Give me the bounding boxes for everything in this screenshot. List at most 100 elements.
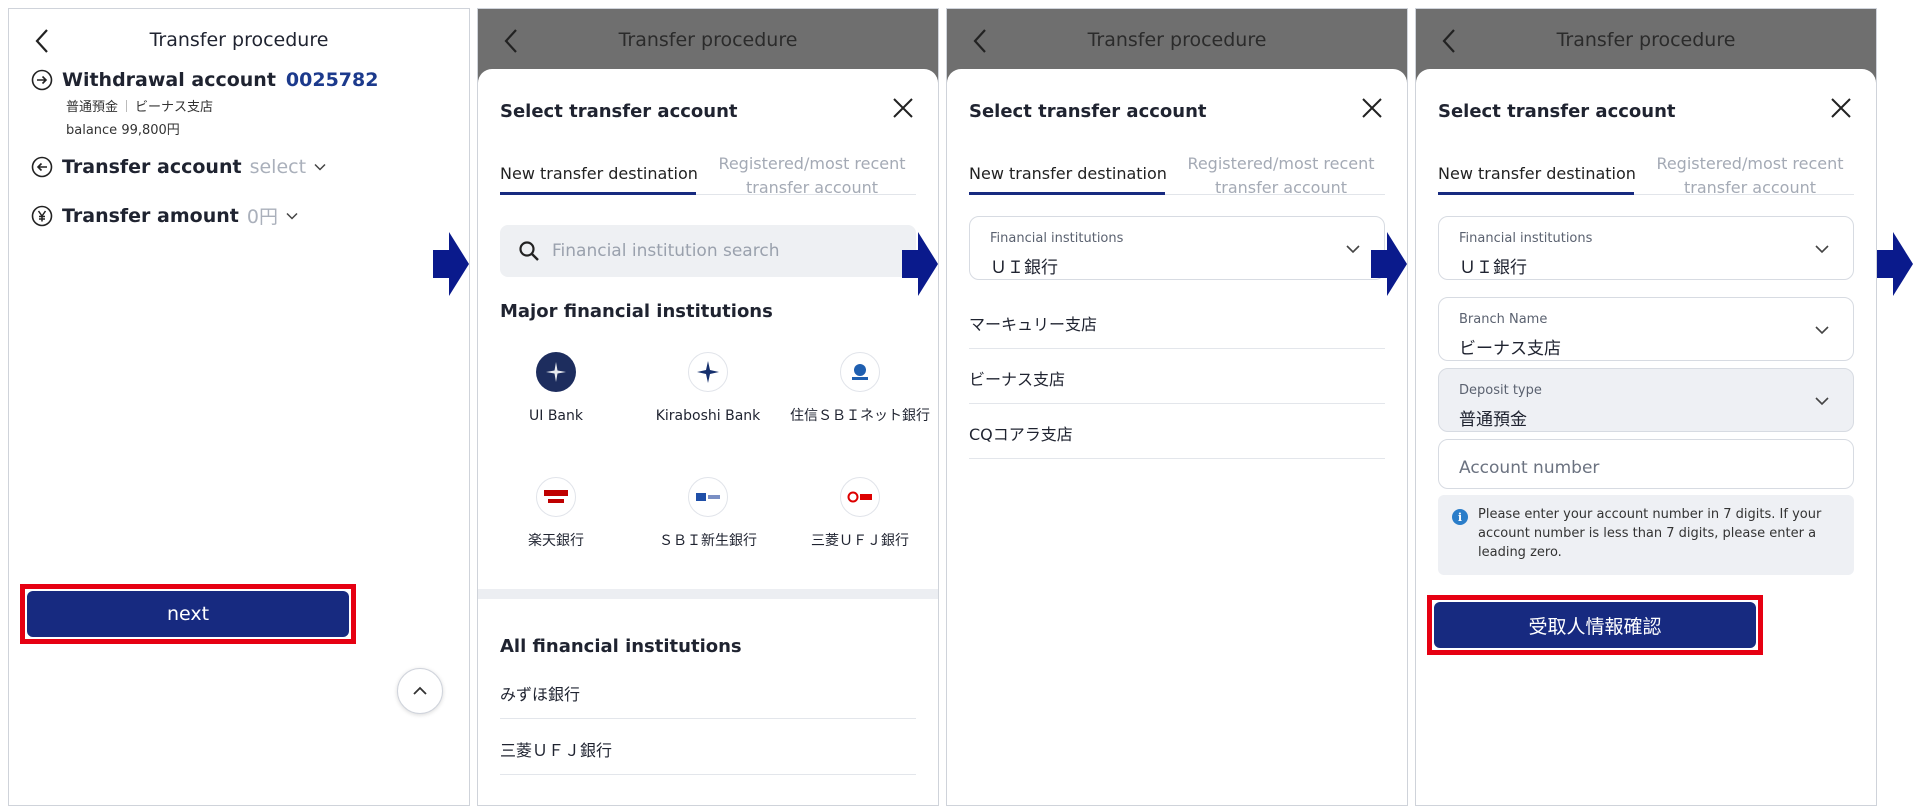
bank-name: 楽天銀行 — [528, 533, 584, 549]
kiraboshi-logo-icon — [688, 352, 728, 392]
page-title: Transfer procedure — [618, 29, 798, 51]
divider — [969, 403, 1385, 404]
list-item-institution[interactable]: 三菱ＵＦＪ銀行 — [500, 737, 916, 761]
transfer-amount-row[interactable]: Transfer amount 0円 — [31, 202, 300, 229]
chevron-down-icon — [1815, 326, 1829, 335]
header: Transfer procedure — [478, 9, 938, 73]
page-title: Transfer procedure — [1556, 29, 1736, 51]
chevron-down-icon — [1346, 245, 1360, 254]
arrow-right-circle-icon — [31, 69, 53, 91]
major-institutions-title: Major financial institutions — [500, 301, 773, 322]
list-item-institution[interactable]: みずほ銀行 — [500, 681, 916, 705]
header: Transfer procedure — [947, 9, 1407, 73]
screen-select-branch: Transfer procedure Select transfer accou… — [946, 8, 1408, 806]
screen-transfer-procedure: Transfer procedure Withdrawal account 00… — [8, 8, 470, 806]
rakuten-logo-icon — [536, 477, 576, 517]
info-text: Please enter your account number in 7 di… — [1478, 507, 1822, 560]
tab-active-indicator — [969, 192, 1165, 195]
branch-select[interactable]: Branch Name ビーナス支店 — [1438, 297, 1854, 361]
withdrawal-account-meta: 普通預金 ビーナス支店 — [66, 96, 213, 115]
sbi-shinsei-logo-icon — [688, 477, 728, 517]
bank-kiraboshi[interactable]: Kiraboshi Bank — [638, 352, 778, 427]
transfer-amount-value: 0円 — [246, 206, 278, 228]
institution-select[interactable]: Financial institutions ＵＩ銀行 — [969, 216, 1385, 280]
deposit-type-select[interactable]: Deposit type 普通預金 — [1438, 368, 1854, 432]
list-item-branch[interactable]: ビーナス支店 — [969, 366, 1385, 390]
list-item-branch[interactable]: マーキュリー支店 — [969, 311, 1385, 335]
transfer-account-label: Transfer account — [62, 156, 242, 178]
tab-registered-recent[interactable]: Registered/most recent transfer account — [1640, 152, 1860, 200]
bank-ui-bank[interactable]: UI Bank — [486, 352, 626, 427]
bank-sumishin-sbi[interactable]: 住信ＳＢＩネット銀行 — [790, 352, 930, 427]
field-value: ビーナス支店 — [1459, 339, 1561, 359]
divider — [969, 458, 1385, 459]
tab-new-destination[interactable]: New transfer destination — [1438, 164, 1636, 183]
divider — [969, 348, 1385, 349]
step-arrow-icon — [433, 232, 469, 296]
field-label: Branch Name — [1459, 312, 1548, 327]
page-title: Transfer procedure — [149, 29, 329, 51]
field-label: Deposit type — [1459, 383, 1542, 398]
bank-mufg[interactable]: 三菱ＵＦＪ銀行 — [790, 477, 930, 552]
bank-name: ＳＢＩ新生銀行 — [659, 533, 757, 549]
institution-search-input[interactable]: Financial institution search — [500, 225, 916, 277]
close-icon[interactable] — [1826, 93, 1856, 123]
close-icon[interactable] — [1357, 93, 1387, 123]
account-number-info: i Please enter your account number in 7 … — [1438, 495, 1854, 575]
search-placeholder: Financial institution search — [552, 241, 780, 261]
highlight-box: next — [20, 584, 356, 644]
bank-sbi-shinsei[interactable]: ＳＢＩ新生銀行 — [638, 477, 778, 552]
confirm-recipient-button[interactable]: 受取人情報確認 — [1434, 602, 1756, 648]
scroll-up-button[interactable] — [397, 668, 443, 714]
header: Transfer procedure — [1416, 9, 1876, 73]
screen-select-institution: Transfer procedure Select transfer accou… — [477, 8, 939, 806]
section-band — [478, 589, 938, 599]
tab-new-destination[interactable]: New transfer destination — [969, 164, 1167, 183]
deposit-type: 普通預金 — [66, 100, 119, 115]
list-item-branch[interactable]: CQコアラ支店 — [969, 421, 1385, 445]
ui-bank-logo-icon — [536, 352, 576, 392]
transfer-account-row[interactable]: Transfer account select — [31, 156, 328, 178]
transfer-amount-label: Transfer amount — [62, 204, 239, 227]
all-institutions-title: All financial institutions — [500, 636, 742, 657]
field-value: ＵＩ銀行 — [1459, 258, 1527, 278]
bank-name: Kiraboshi Bank — [655, 408, 761, 424]
bank-name: 三菱ＵＦＪ銀行 — [811, 533, 909, 549]
withdrawal-account-row: Withdrawal account 0025782 — [31, 69, 378, 91]
step-arrow-icon — [1877, 232, 1913, 296]
page-title: Transfer procedure — [1087, 29, 1267, 51]
close-icon[interactable] — [888, 93, 918, 123]
separator — [126, 100, 128, 112]
tab-new-destination[interactable]: New transfer destination — [500, 164, 698, 183]
next-button[interactable]: next — [27, 591, 349, 637]
divider — [500, 718, 916, 719]
bank-rakuten[interactable]: 楽天銀行 — [486, 477, 626, 552]
institution-select[interactable]: Financial institutions ＵＩ銀行 — [1438, 216, 1854, 280]
field-label: Financial institutions — [1459, 231, 1593, 246]
account-number-placeholder: Account number — [1459, 458, 1600, 478]
account-number-input[interactable]: Account number — [1438, 439, 1854, 489]
bank-name: 住信ＳＢＩネット銀行 — [790, 408, 930, 424]
sheet-title: Select transfer account — [969, 101, 1207, 122]
step-arrow-icon — [1371, 232, 1407, 296]
bottom-sheet: Select transfer account New transfer des… — [947, 69, 1407, 805]
mufg-logo-icon — [840, 477, 880, 517]
withdrawal-account-number: 0025782 — [285, 69, 379, 91]
tab-registered-recent[interactable]: Registered/most recent transfer account — [1171, 152, 1391, 200]
balance: balance 99,800円 — [66, 123, 180, 138]
tab-registered-recent[interactable]: Registered/most recent transfer account — [702, 152, 922, 200]
highlight-box: 受取人情報確認 — [1427, 595, 1763, 655]
screen-account-details: Transfer procedure Select transfer accou… — [1415, 8, 1877, 806]
tab-active-indicator — [500, 192, 696, 195]
arrow-left-circle-icon — [31, 156, 53, 178]
chevron-down-icon — [1815, 245, 1829, 254]
yen-circle-icon — [31, 205, 53, 226]
field-label: Financial institutions — [990, 231, 1124, 246]
sheet-title: Select transfer account — [500, 101, 738, 122]
info-icon: i — [1452, 509, 1468, 525]
sheet-title: Select transfer account — [1438, 101, 1676, 122]
chevron-down-icon — [1815, 397, 1829, 406]
chevron-up-icon — [413, 686, 427, 695]
sumishin-sbi-logo-icon — [840, 352, 880, 392]
step-arrow-icon — [902, 232, 938, 296]
